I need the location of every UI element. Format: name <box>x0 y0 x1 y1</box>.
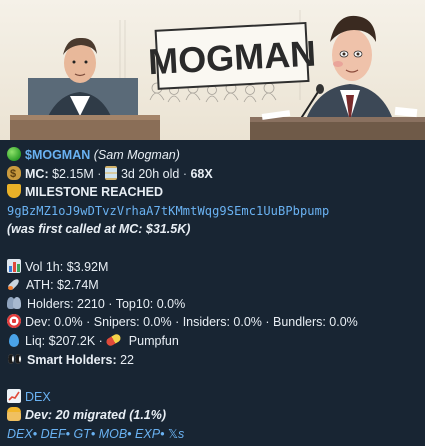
liquidity-text: Liq: $207.2K · <box>25 333 107 348</box>
target-icon <box>7 314 21 329</box>
people-icon <box>7 296 23 310</box>
smart-holders-value: 22 <box>120 352 134 367</box>
contract-address[interactable]: 9gBzMZ1oJ9wDTvzVrhaA7tKMmtWqg9SEmc1UuBPb… <box>7 204 329 218</box>
token-age: 3d 20h old <box>120 166 180 181</box>
multiplier: 68X <box>190 166 213 181</box>
footer-link-def[interactable]: DEF <box>41 427 66 441</box>
dex-row: DEX <box>7 388 419 407</box>
footer-separator: • <box>65 426 70 441</box>
footer-separator: • <box>127 426 132 441</box>
dev-text: Dev: 0.0% · Snipers: 0.0% · Insiders: 0.… <box>25 315 358 330</box>
ticker-link[interactable]: $MOGMAN <box>25 148 90 162</box>
ath-row: ATH: $2.74M <box>7 276 419 295</box>
liquidity-row: Liq: $207.2K · Pumpfun <box>7 332 419 351</box>
volume-row: Vol 1h: $3.92M <box>7 258 419 277</box>
header-row: $MOGMAN (Sam Mogman) <box>7 146 419 165</box>
holders-text: Holders: 2210 · Top10: 0.0% <box>27 296 186 311</box>
mc-value: $2.15M <box>52 166 94 181</box>
dev-migrated-text: Dev: 20 migrated (1.1%) <box>25 408 167 423</box>
holders-row: Holders: 2210 · Top10: 0.0% <box>7 295 419 314</box>
message-card: MOGMAN $MOGMAN (Sam Mogman) $MC: $2.15M … <box>0 0 425 446</box>
courtroom-sketch: MOGMAN <box>0 0 425 140</box>
volume-text: Vol 1h: $3.92M <box>25 259 109 274</box>
footer-separator: • <box>32 426 38 441</box>
svg-text:MOGMAN: MOGMAN <box>147 33 317 83</box>
contract-row: 9gBzMZ1oJ9wDTvzVrhaA7tKMmtWqg9SEmc1UuBPb… <box>7 202 419 221</box>
milestone-text: MILESTONE REACHED <box>25 185 163 200</box>
bar-chart-icon <box>7 258 21 273</box>
first-called-text: (was first called at MC: $31.5K) <box>7 222 191 237</box>
token-name: (Sam Mogman) <box>93 148 180 162</box>
banner-image[interactable]: MOGMAN <box>0 0 425 140</box>
dev-migrated-row: Dev: 20 migrated (1.1%) <box>7 406 419 425</box>
footer-link-x-search[interactable]: 𝕏s <box>168 427 184 441</box>
ath-text: ATH: $2.74M <box>26 278 99 293</box>
green-circle-icon <box>7 147 21 161</box>
footer-separator: • <box>160 426 165 441</box>
money-bag-icon <box>7 165 21 183</box>
footer-link-gt[interactable]: GT <box>73 427 90 441</box>
market-cap-row: MC: $2.15M · 3d 20h old · 68X <box>7 165 419 183</box>
chart-increasing-icon <box>7 388 21 403</box>
footer-link-mob[interactable]: MOB <box>99 427 127 441</box>
pill-icon <box>105 332 123 348</box>
smart-holders-row: Smart Holders: 22 <box>7 351 419 370</box>
separator: · <box>97 166 102 181</box>
mc-label: MC: <box>25 166 49 181</box>
footer-separator: • <box>90 426 96 441</box>
footer-links: DEX• DEF• GT• MOB• EXP• 𝕏s <box>7 425 419 444</box>
first-called-row: (was first called at MC: $31.5K) <box>7 220 419 239</box>
footer-link-dex[interactable]: DEX <box>7 427 33 441</box>
launchpad-text: Pumpfun <box>128 333 179 348</box>
hourglass-icon <box>104 165 117 180</box>
separator: · <box>182 166 187 181</box>
rocket-icon <box>7 277 22 291</box>
footer-link-exp[interactable]: EXP <box>135 427 160 441</box>
milestone-row: MILESTONE REACHED <box>7 183 419 202</box>
trophy-icon <box>7 184 21 199</box>
dex-link[interactable]: DEX <box>25 390 51 404</box>
worker-icon <box>7 407 21 422</box>
message-text: $MOGMAN (Sam Mogman) MC: $2.15M · 3d 20h… <box>7 146 419 444</box>
droplet-icon <box>9 333 19 347</box>
eyes-icon <box>7 352 23 366</box>
dev-row: Dev: 0.0% · Snipers: 0.0% · Insiders: 0.… <box>7 313 419 332</box>
smart-holders-label: Smart Holders: <box>27 352 117 367</box>
